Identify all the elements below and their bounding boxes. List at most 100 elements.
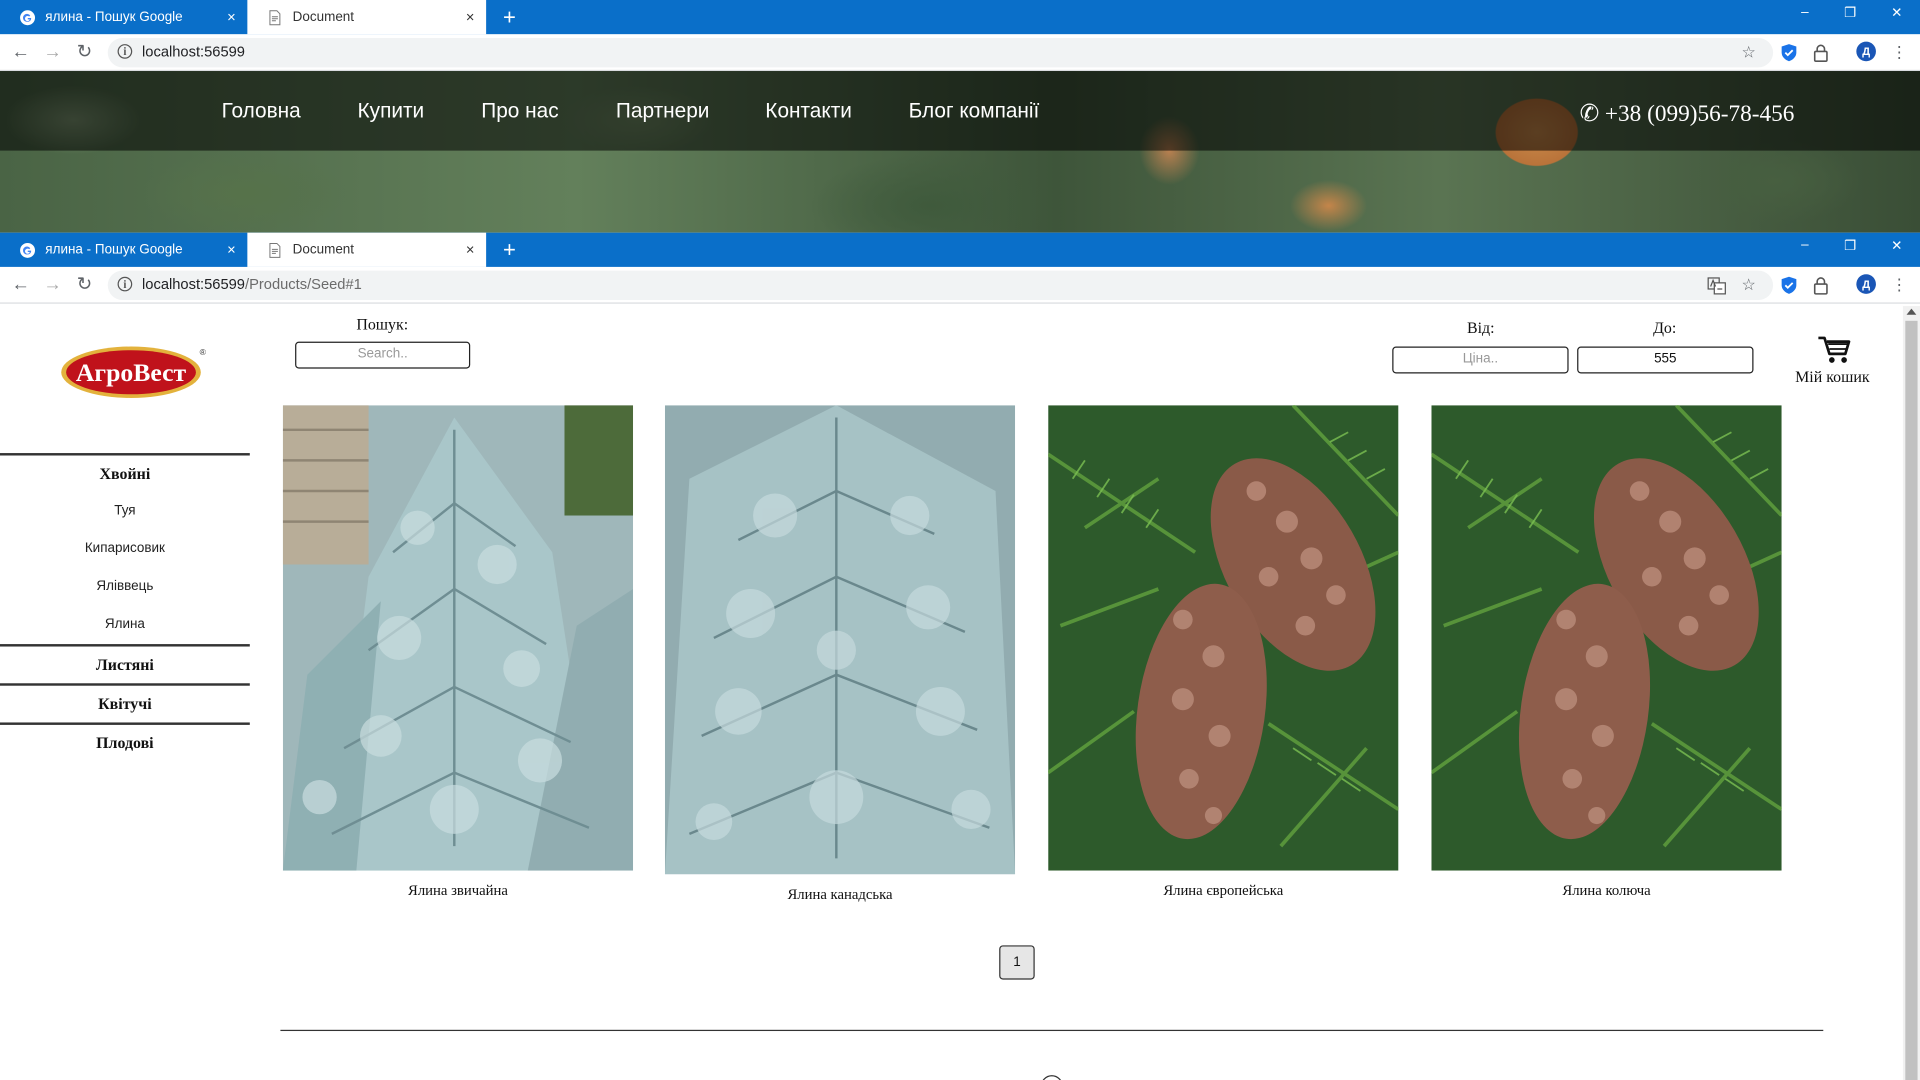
phone-icon: ✆ — [1579, 101, 1600, 128]
star-icon[interactable]: ☆ — [1739, 276, 1759, 296]
category-flowering[interactable]: Квітучі — [0, 686, 250, 723]
close-window-button[interactable]: ✕ — [1885, 238, 1909, 254]
nav-home[interactable]: Головна — [222, 99, 301, 123]
nav-about[interactable]: Про нас — [481, 99, 558, 123]
page-1-button[interactable]: 1 — [999, 945, 1035, 980]
translate-icon[interactable] — [1707, 276, 1727, 296]
new-tab-button[interactable]: + — [497, 5, 521, 29]
search-label: Пошук: — [356, 314, 409, 334]
nav-blog[interactable]: Блог компанії — [909, 99, 1040, 123]
price-from-input[interactable]: Ціна.. — [1392, 346, 1569, 374]
category-conifers[interactable]: Хвойні — [0, 456, 250, 493]
forward-arrow-icon[interactable]: → — [40, 273, 64, 297]
phone-text: +38 (099)56-78-456 — [1604, 101, 1795, 128]
tab-close-icon[interactable]: × — [462, 241, 479, 258]
price-to-input[interactable]: 555 — [1577, 346, 1754, 374]
cart-label[interactable]: Мій кошик — [1795, 367, 1869, 387]
google-icon — [20, 9, 36, 25]
products-page: АгроВест ® Пошук: Search.. Від: До: Ціна… — [0, 306, 1920, 1080]
footer-divider — [280, 1029, 1824, 1032]
price-to-label: До: — [1653, 318, 1677, 337]
menu-dots-icon[interactable]: ⋮ — [1889, 43, 1909, 63]
profile-avatar[interactable]: Д — [1856, 41, 1876, 62]
document-icon — [269, 242, 281, 258]
tab-label: ялина - Пошук Google — [45, 242, 183, 258]
url-text: localhost:56599/Products/Seed#1 — [142, 276, 362, 293]
category-sidebar: Хвойні Туя Кипарисовик Яліввець Ялина Ли… — [0, 453, 250, 762]
google-icon — [20, 242, 36, 258]
category-deciduous[interactable]: Листяні — [0, 647, 250, 684]
shield-icon[interactable] — [1779, 276, 1799, 296]
subcategory-cypress[interactable]: Кипарисовик — [0, 530, 250, 568]
shield-icon[interactable] — [1779, 43, 1799, 63]
category-fruit[interactable]: Плодові — [0, 725, 250, 762]
tab-label: Document — [292, 242, 355, 258]
subcategory-spruce[interactable]: Ялина — [0, 606, 250, 644]
scroll-up-arrow-icon[interactable] — [1906, 308, 1917, 315]
browser-toolbar: ← → ↻ i localhost:56599 ☆ Д ⋮ — [0, 34, 1920, 72]
address-bar[interactable]: i localhost:56599 — [107, 37, 1774, 68]
page-scrollbar[interactable] — [1902, 306, 1920, 1080]
footer-icon[interactable] — [1040, 1075, 1063, 1080]
browser-toolbar: ← → ↻ i localhost:56599/Products/Seed#1 … — [0, 266, 1920, 304]
blue-spruce-image[interactable] — [664, 405, 1016, 875]
tab-strip: ялина - Пошук Google × Document × + – ❐ … — [0, 0, 1920, 35]
agrovest-logo[interactable]: АгроВест ® — [59, 343, 206, 402]
url-text: localhost:56599 — [142, 43, 245, 60]
forward-arrow-icon[interactable]: → — [40, 40, 64, 64]
profile-avatar[interactable]: Д — [1856, 274, 1876, 294]
spruce-cones-image[interactable] — [1430, 404, 1783, 871]
nav-partners[interactable]: Партнери — [616, 99, 709, 123]
hero-banner: Головна Купити Про нас Партнери Контакти… — [0, 71, 1920, 233]
product-card[interactable]: Ялина колюча — [1430, 404, 1783, 900]
product-name[interactable]: Ялина колюча — [1431, 882, 1781, 900]
new-tab-button[interactable]: + — [497, 238, 521, 262]
lock-extension-icon[interactable] — [1811, 276, 1831, 296]
tab-document[interactable]: Document × — [247, 0, 487, 35]
search-input[interactable]: Search.. — [295, 341, 471, 369]
restore-button[interactable]: ❐ — [1838, 5, 1862, 21]
product-name[interactable]: Ялина канадська — [665, 885, 1015, 903]
tab-close-icon[interactable]: × — [462, 9, 479, 26]
url-host: localhost:56599 — [142, 42, 245, 61]
restore-button[interactable]: ❐ — [1838, 238, 1862, 254]
product-card[interactable]: Ялина європейська — [1047, 404, 1400, 900]
address-bar[interactable]: i localhost:56599/Products/Seed#1 — [107, 270, 1774, 301]
lock-extension-icon[interactable] — [1811, 43, 1831, 63]
phone-number[interactable]: ✆ +38 (099)56-78-456 — [1580, 100, 1795, 128]
tab-close-icon[interactable]: × — [223, 9, 240, 26]
back-arrow-icon[interactable]: ← — [9, 40, 33, 64]
nav-buy[interactable]: Купити — [358, 99, 425, 123]
tab-document[interactable]: Document × — [247, 232, 487, 267]
tab-close-icon[interactable]: × — [223, 241, 240, 258]
screen: ялина - Пошук Google × Document × + – ❐ … — [0, 0, 1920, 1080]
logo-text: АгроВест — [76, 358, 187, 387]
product-name[interactable]: Ялина європейська — [1048, 882, 1398, 900]
document-icon — [269, 9, 281, 25]
menu-dots-icon[interactable]: ⋮ — [1889, 276, 1909, 296]
reload-icon[interactable]: ↻ — [72, 40, 96, 64]
registered-mark: ® — [200, 347, 206, 357]
star-icon[interactable]: ☆ — [1739, 43, 1759, 63]
info-icon[interactable]: i — [117, 44, 133, 59]
tab-google-search[interactable]: ялина - Пошук Google × — [0, 0, 247, 34]
back-arrow-icon[interactable]: ← — [9, 273, 33, 297]
product-name[interactable]: Ялина звичайна — [283, 882, 633, 900]
shopping-cart-icon[interactable] — [1817, 334, 1851, 366]
scroll-thumb[interactable] — [1905, 320, 1918, 1080]
url-path: /Products/Seed#1 — [244, 275, 362, 293]
minimize-button[interactable]: – — [1793, 5, 1817, 20]
close-window-button[interactable]: ✕ — [1885, 5, 1909, 21]
subcategory-juniper[interactable]: Яліввець — [0, 568, 250, 606]
subcategory-thuja[interactable]: Туя — [0, 492, 250, 530]
tab-label: ялина - Пошук Google — [45, 9, 183, 25]
info-icon[interactable]: i — [117, 276, 133, 292]
product-card[interactable]: Ялина звичайна — [282, 405, 634, 900]
blue-spruce-image[interactable] — [282, 405, 634, 871]
minimize-button[interactable]: – — [1793, 238, 1817, 253]
tab-google-search[interactable]: ялина - Пошук Google × — [0, 233, 247, 267]
nav-contacts[interactable]: Контакти — [765, 99, 852, 123]
product-card[interactable]: Ялина канадська — [664, 405, 1016, 903]
reload-icon[interactable]: ↻ — [72, 273, 96, 297]
spruce-cones-image[interactable] — [1047, 404, 1400, 871]
